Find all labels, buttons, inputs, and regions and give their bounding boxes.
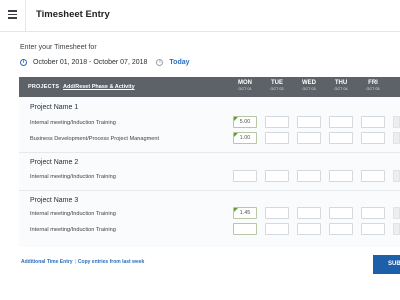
hours-input-mon[interactable] [233, 223, 257, 235]
hours-input-wed[interactable] [297, 116, 321, 128]
hours-input-fri[interactable] [361, 207, 385, 219]
topbar-divider [25, 0, 26, 32]
timesheet-prompt: Enter your Timesheet for [20, 44, 97, 51]
copy-entries-link[interactable]: Copy entries from last week [78, 259, 144, 265]
today-link[interactable]: Today [169, 59, 189, 66]
divider [19, 190, 400, 191]
day-header-fri: FRI OCT 05 [366, 80, 380, 91]
link-separator: | [74, 259, 76, 265]
calendar-info-icon[interactable]: i [20, 58, 27, 66]
hours-input-wed[interactable] [297, 132, 321, 144]
divider [19, 152, 400, 153]
project-title-3: Project Name 3 [30, 197, 79, 204]
hours-input-fri[interactable] [361, 170, 385, 182]
hours-input-sat[interactable] [393, 116, 400, 128]
day-header-thu: THU OCT 04 [334, 80, 348, 91]
activity-label: Internal meeting/Induction Training [30, 211, 116, 217]
date-selector-row: i October 01, 2018 - October 07, 2018 i … [20, 57, 190, 67]
hours-input-thu[interactable] [329, 207, 353, 219]
timesheet-table: PROJECTS Add/Reset Phase & Activity MON O… [19, 77, 400, 247]
hours-input-sat[interactable] [393, 207, 400, 219]
top-bar: Timesheet Entry [0, 0, 400, 32]
hours-input-wed[interactable] [297, 207, 321, 219]
project-title-1: Project Name 1 [30, 104, 79, 111]
hours-input-thu[interactable] [329, 170, 353, 182]
day-header-mon: MON OCT 01 [238, 80, 252, 91]
day-header-tue: TUE OCT 02 [270, 80, 284, 91]
hours-input-wed[interactable] [297, 223, 321, 235]
hours-input-tue[interactable] [265, 207, 289, 219]
activity-label: Internal meeting/Induction Training [30, 227, 116, 233]
hours-input-mon[interactable]: 5.00 [233, 116, 257, 128]
hours-input-tue[interactable] [265, 132, 289, 144]
hours-input-sat[interactable] [393, 132, 400, 144]
add-reset-phase-link[interactable]: Add/Reset Phase & Activity [63, 84, 135, 90]
hours-input-thu[interactable] [329, 116, 353, 128]
footer-links: Additional Time Entry | Copy entries from … [21, 259, 144, 265]
additional-time-entry-link[interactable]: Additional Time Entry [21, 259, 73, 265]
activity-label: Business Development/Process Project Man… [30, 136, 160, 142]
hours-input-sat[interactable] [393, 170, 400, 182]
page-title: Timesheet Entry [36, 9, 110, 20]
project-title-2: Project Name 2 [30, 159, 79, 166]
hours-input-thu[interactable] [329, 223, 353, 235]
hours-input-fri[interactable] [361, 116, 385, 128]
hours-input-tue[interactable] [265, 170, 289, 182]
hours-input-fri[interactable] [361, 223, 385, 235]
projects-column-header: PROJECTS [28, 84, 60, 90]
hours-input-wed[interactable] [297, 170, 321, 182]
day-header-wed: WED OCT 03 [302, 80, 316, 91]
hours-input-sat[interactable] [393, 223, 400, 235]
submit-button[interactable]: SUBMIT [373, 255, 400, 274]
hours-input-tue[interactable] [265, 223, 289, 235]
hours-input-mon[interactable]: 1.45 [233, 207, 257, 219]
hamburger-menu-icon[interactable] [8, 10, 17, 19]
hours-input-mon[interactable]: 1.00 [233, 132, 257, 144]
hours-input-thu[interactable] [329, 132, 353, 144]
hours-input-mon[interactable] [233, 170, 257, 182]
hours-input-fri[interactable] [361, 132, 385, 144]
date-range[interactable]: October 01, 2018 - October 07, 2018 [33, 59, 147, 66]
table-header: PROJECTS Add/Reset Phase & Activity MON O… [19, 77, 400, 97]
activity-label: Internal meeting/Induction Training [30, 174, 116, 180]
hours-input-tue[interactable] [265, 116, 289, 128]
next-week-icon[interactable]: i [156, 58, 164, 66]
activity-label: Internal meeting/Induction Training [30, 120, 116, 126]
